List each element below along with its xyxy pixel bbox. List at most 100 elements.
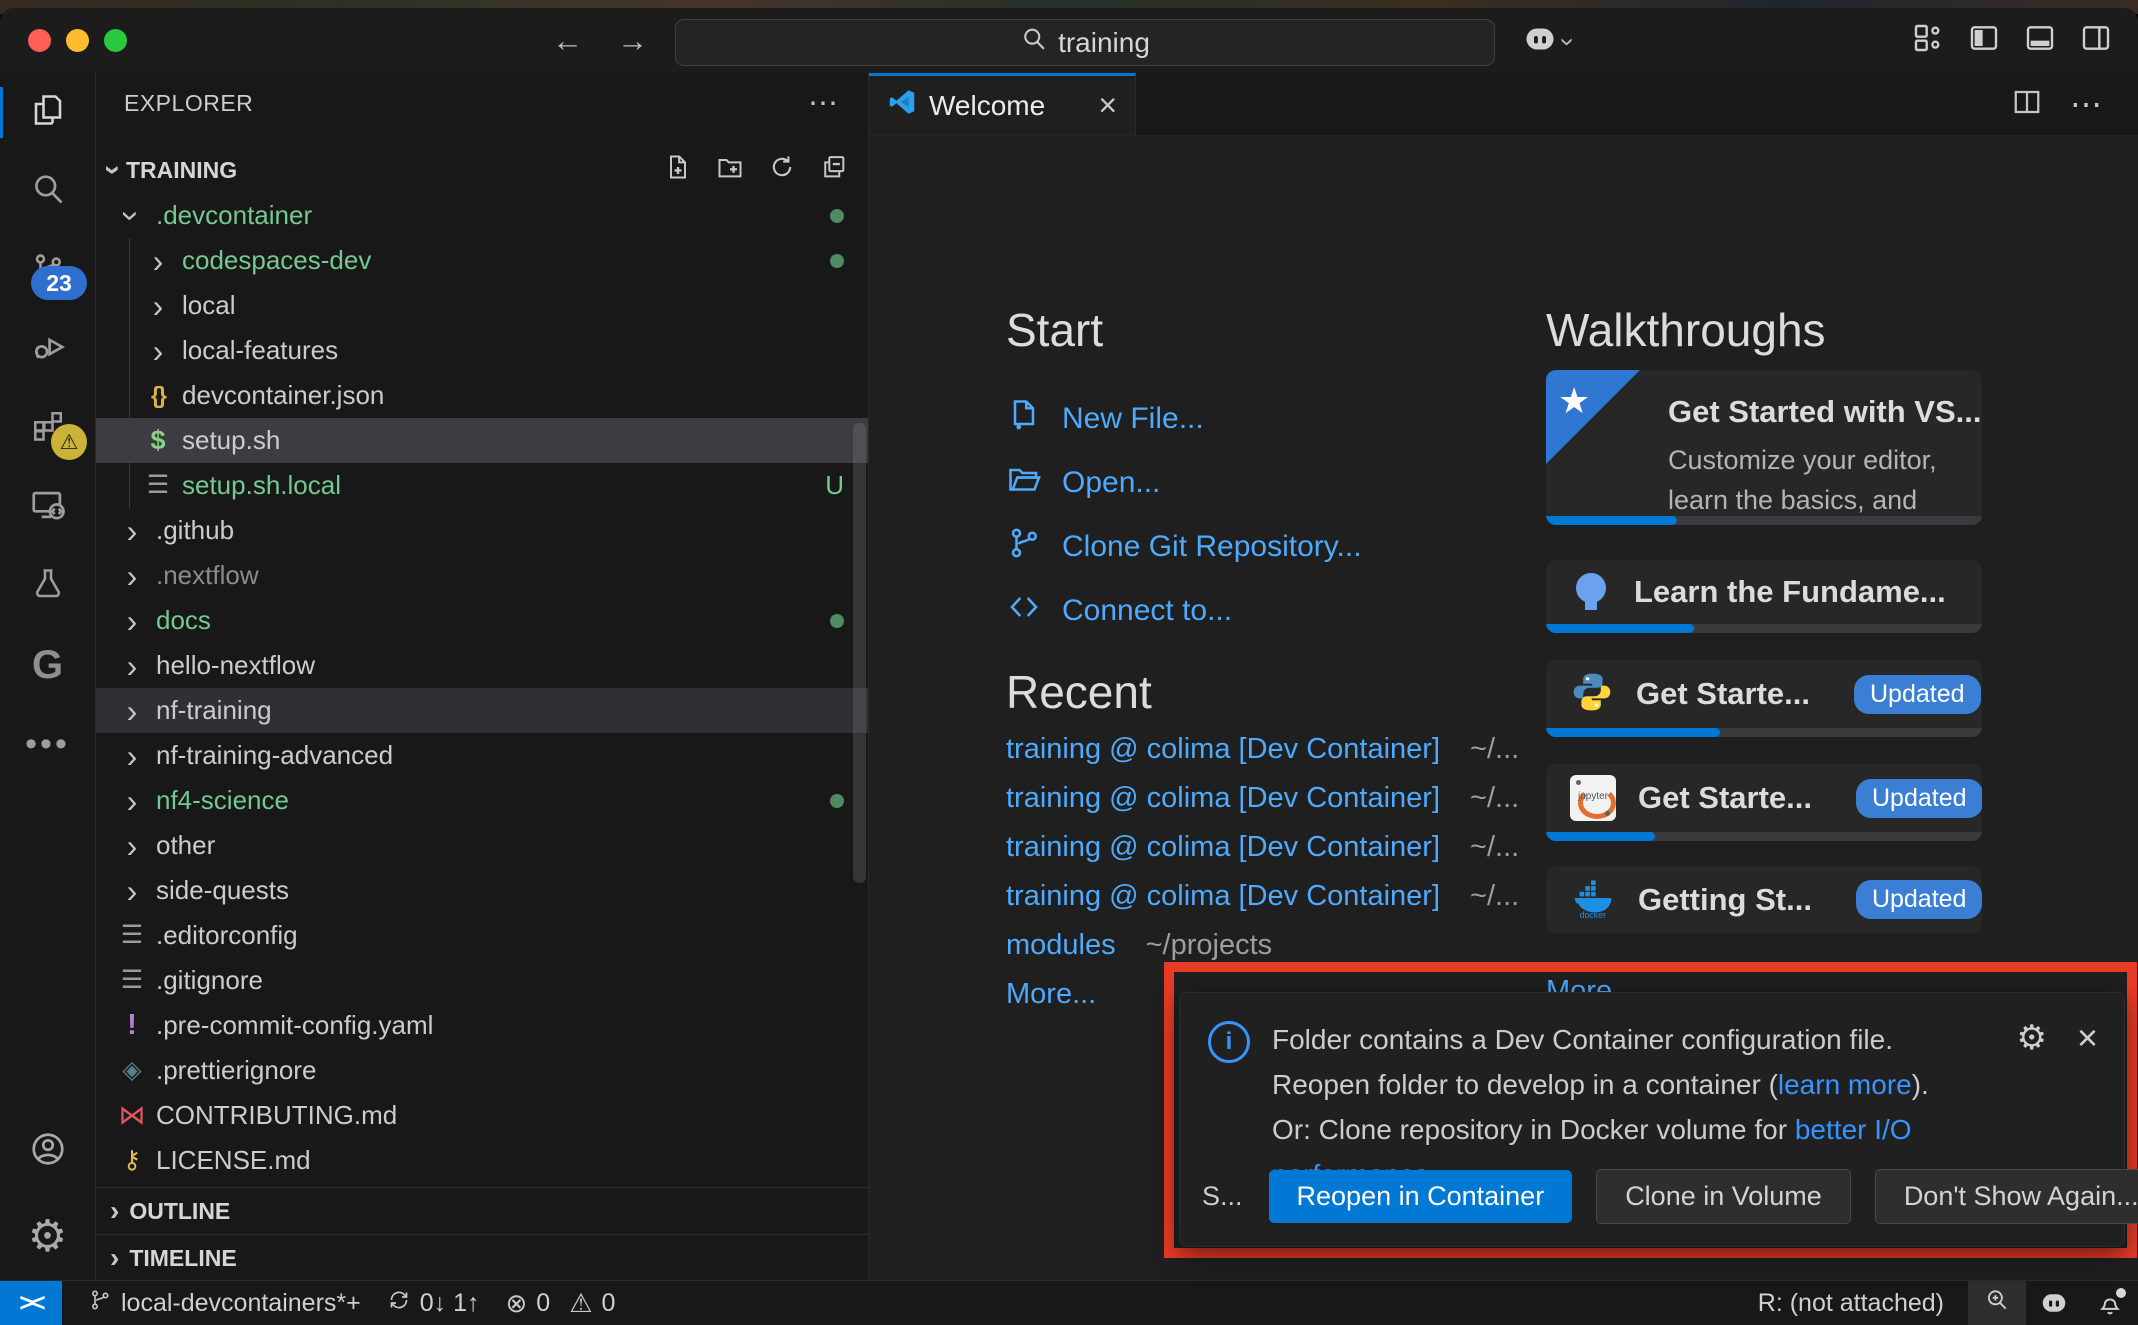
activity-item-more[interactable]: ••• <box>0 705 95 784</box>
tree-item[interactable]: › .github <box>96 508 868 553</box>
refresh-icon[interactable] <box>768 153 796 187</box>
reopen-in-container-button[interactable]: Reopen in Container <box>1269 1170 1573 1223</box>
recent-item[interactable]: training @ colima [Dev Container] ~/... <box>1006 872 1519 921</box>
tree-item[interactable]: ☰ setup.sh.local U <box>96 463 868 508</box>
notification-settings-icon[interactable]: ⚙ <box>2016 1018 2046 1058</box>
recent-list: training @ colima [Dev Container] ~/... … <box>1006 725 1519 970</box>
recent-item[interactable]: modules ~/projects <box>1006 921 1519 970</box>
folder-open-icon <box>1006 461 1042 505</box>
tree-item[interactable]: › .devcontainer <box>96 193 868 238</box>
tree-item[interactable]: ☰ .editorconfig <box>96 913 868 958</box>
new-file-link[interactable]: New File... <box>1006 387 1362 451</box>
activity-item-remote-explorer[interactable] <box>0 468 95 547</box>
tree-item[interactable]: › .nextflow <box>96 553 868 598</box>
command-center-search[interactable]: training <box>675 19 1495 66</box>
tree-item[interactable]: › local <box>96 283 868 328</box>
sync-icon <box>387 1288 411 1319</box>
tree-item[interactable]: › hello-nextflow <box>96 643 868 688</box>
walkthrough-card-jupyter[interactable]: jupyter Get Starte... Updated <box>1546 764 1982 841</box>
editor-more-actions-icon[interactable]: ⋯ <box>2070 85 2104 123</box>
git-status-badge <box>830 254 844 268</box>
card-title: Learn the Fundame... <box>1634 574 1946 610</box>
zoom-status-item[interactable] <box>1968 1281 2026 1325</box>
tree-item[interactable]: › codespaces-dev <box>96 238 868 283</box>
tree-item[interactable]: ◈ .prettierignore <box>96 1048 868 1093</box>
walkthrough-card-python[interactable]: Get Starte... Updated <box>1546 660 1982 737</box>
activity-item-extensions[interactable]: ⚠ <box>0 389 95 468</box>
recent-more-link[interactable]: More... <box>1006 970 1096 1019</box>
tree-item[interactable]: › nf-training-advanced <box>96 733 868 778</box>
dont-show-again-button[interactable]: Don't Show Again... <box>1875 1169 2138 1224</box>
activity-item-search[interactable] <box>0 152 95 231</box>
recent-item[interactable]: training @ colima [Dev Container] ~/... <box>1006 725 1519 774</box>
timeline-section-header[interactable]: › TIMELINE <box>96 1234 868 1281</box>
copilot-menu[interactable]: › <box>1522 21 1573 62</box>
r-attach-status[interactable]: R: (not attached) <box>1758 1289 1944 1318</box>
new-folder-icon[interactable] <box>716 153 744 187</box>
tree-item-label: local-features <box>182 335 338 366</box>
tree-item[interactable]: › local-features <box>96 328 868 373</box>
outline-section-header[interactable]: › OUTLINE <box>96 1187 868 1234</box>
navigate-back-button[interactable]: ← <box>552 23 583 59</box>
tree-item[interactable]: › nf-training <box>96 688 868 733</box>
activity-item-source-control[interactable]: 23 <box>0 231 95 310</box>
recent-item[interactable]: training @ colima [Dev Container] ~/... <box>1006 823 1519 872</box>
clone-in-volume-button[interactable]: Clone in Volume <box>1596 1169 1851 1224</box>
tree-item[interactable]: › side-quests <box>96 868 868 913</box>
tab-welcome[interactable]: Welcome × <box>869 73 1136 135</box>
customize-layout-icon[interactable] <box>1912 22 1944 54</box>
tree-item[interactable]: ☰ .gitignore <box>96 958 868 1003</box>
problems-status-item[interactable]: ⊗ 0 ⚠ 0 <box>506 1288 616 1319</box>
clone-repo-link[interactable]: Clone Git Repository... <box>1006 515 1362 579</box>
split-editor-icon[interactable] <box>2012 87 2042 122</box>
sync-status-item[interactable]: 0↓ 1↑ <box>387 1288 480 1319</box>
copilot-status-item[interactable] <box>2026 1281 2082 1325</box>
explorer-icon <box>30 92 66 133</box>
activity-item-run-debug[interactable] <box>0 310 95 389</box>
collapse-all-icon[interactable] <box>820 153 848 187</box>
activity-item-explorer[interactable] <box>0 73 95 152</box>
tree-item[interactable]: › nf4-science <box>96 778 868 823</box>
tree-item[interactable]: › other <box>96 823 868 868</box>
open-link[interactable]: Open... <box>1006 451 1362 515</box>
warning-count: 0 <box>602 1289 616 1318</box>
navigate-forward-button[interactable]: → <box>617 23 648 59</box>
activity-item-testing[interactable] <box>0 547 95 626</box>
zoom-window-button[interactable] <box>104 29 127 52</box>
explorer-more-actions-icon[interactable]: ⋯ <box>808 86 840 121</box>
folder-section-header[interactable]: › TRAINING <box>96 147 868 193</box>
activity-item-gitlens[interactable]: G <box>0 626 95 705</box>
tree-item[interactable]: ⚷ LICENSE.md <box>96 1138 868 1183</box>
close-window-button[interactable] <box>28 29 51 52</box>
toggle-panel-icon[interactable] <box>2024 22 2056 54</box>
connect-to-link[interactable]: Connect to... <box>1006 579 1362 643</box>
recent-item-path: ~/... <box>1470 733 1519 766</box>
tree-item-icon: › <box>116 875 148 907</box>
walkthrough-card-fundamentals[interactable]: Learn the Fundame... <box>1546 560 1982 633</box>
learn-more-link[interactable]: learn more <box>1778 1069 1912 1100</box>
notification-toast: i Folder contains a Dev Container config… <box>1179 992 2125 1247</box>
tree-item[interactable]: › docs <box>96 598 868 643</box>
walkthroughs-heading: Walkthroughs <box>1546 303 1826 357</box>
new-file-icon[interactable] <box>664 153 692 187</box>
walkthrough-card-docker[interactable]: docker Getting St... Updated <box>1546 866 1982 933</box>
recent-item-name: training @ colima [Dev Container] <box>1006 831 1440 864</box>
toggle-secondary-sidebar-icon[interactable] <box>2080 22 2112 54</box>
tree-item[interactable]: {} devcontainer.json <box>96 373 868 418</box>
tree-item[interactable]: ⋈ CONTRIBUTING.md <box>96 1093 868 1138</box>
tab-close-icon[interactable]: × <box>1098 87 1117 124</box>
tree-item[interactable]: ! .pre-commit-config.yaml <box>96 1003 868 1048</box>
branch-status-item[interactable]: local-devcontainers*+ <box>88 1288 361 1319</box>
tree-item[interactable]: $ setup.sh <box>96 418 868 463</box>
walkthrough-card-get-started[interactable]: ★ Get Started with VS... Customize your … <box>1546 370 1982 525</box>
notification-close-icon[interactable]: × <box>2077 1017 2098 1059</box>
remote-indicator[interactable]: >< <box>0 1281 62 1325</box>
sidebar-scrollbar[interactable] <box>853 423 866 883</box>
activity-item-settings[interactable]: ⚙ <box>0 1191 95 1281</box>
minimize-window-button[interactable] <box>66 29 89 52</box>
recent-item-name: training @ colima [Dev Container] <box>1006 880 1440 913</box>
toggle-primary-sidebar-icon[interactable] <box>1968 22 2000 54</box>
recent-item[interactable]: training @ colima [Dev Container] ~/... <box>1006 774 1519 823</box>
notifications-bell-item[interactable] <box>2082 1281 2138 1325</box>
activity-item-accounts[interactable] <box>0 1112 95 1191</box>
